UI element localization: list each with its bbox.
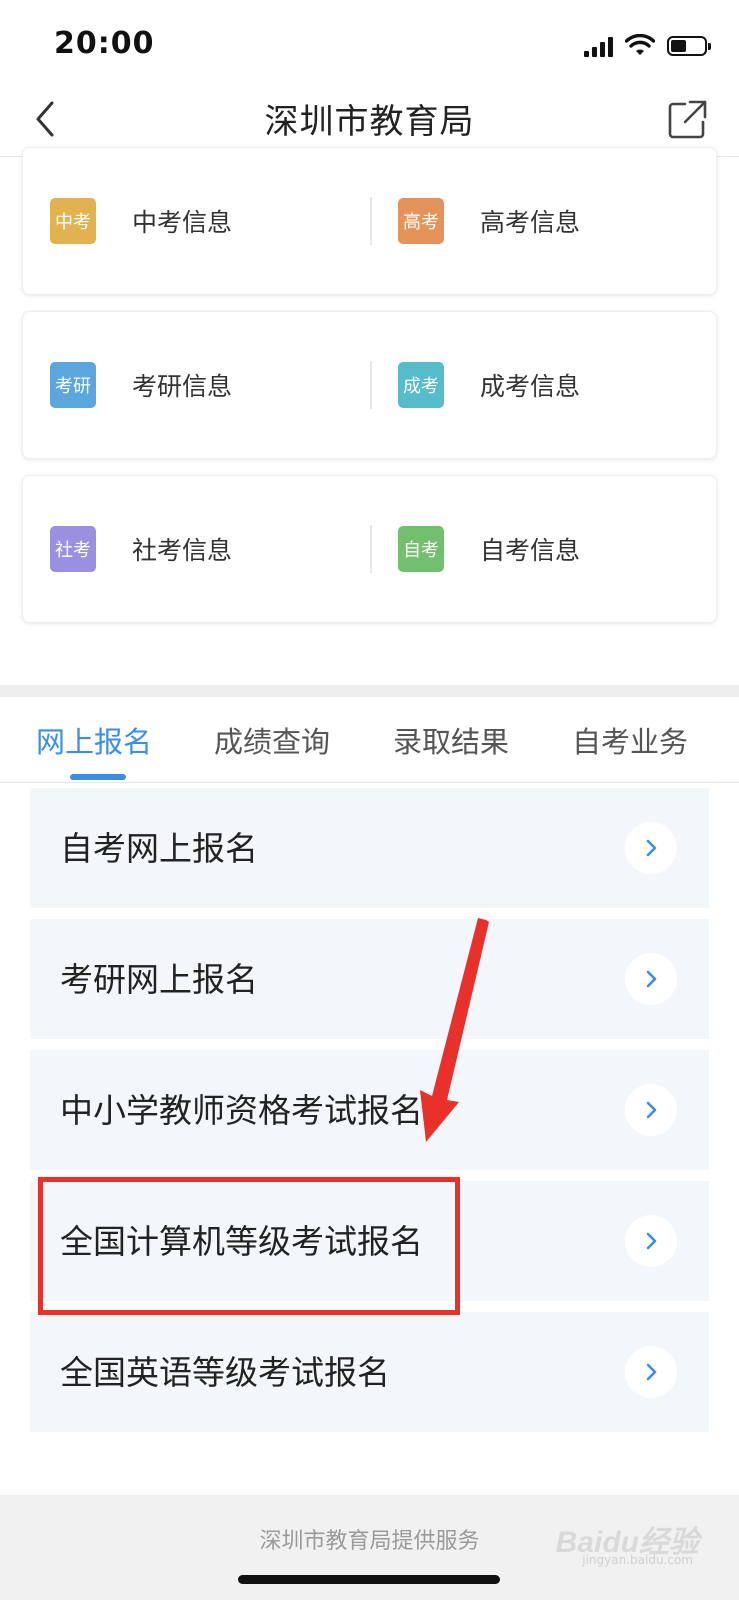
list-item-self-exam-registration[interactable]: 自考网上报名 [30, 788, 709, 908]
info-card-gaokao[interactable]: 高考 高考信息 [371, 148, 711, 294]
tab-bar: 网上报名 成绩查询 录取结果 自考业务 [0, 697, 739, 783]
list-item-label: 中小学教师资格考试报名 [60, 1091, 423, 1130]
status-bar: 20:00 [0, 0, 739, 84]
chevron-right-icon [625, 1215, 677, 1267]
info-card-label: 中考信息 [132, 208, 233, 237]
info-cards: 中考 中考信息 高考 高考信息 考研 考研信息 成考 成考信息 社考 社考信息 … [0, 147, 739, 685]
list-item-label: 考研网上报名 [60, 960, 258, 999]
chevron-right-icon [625, 953, 677, 1005]
info-card-zhongkao[interactable]: 中考 中考信息 [23, 148, 363, 294]
registration-list: 自考网上报名 考研网上报名 中小学教师资格考试报名 全国计算机等级考试报名 全国… [0, 783, 739, 1495]
status-icons [584, 34, 711, 58]
home-indicator[interactable] [238, 1575, 500, 1584]
chevron-right-icon [625, 822, 677, 874]
wifi-icon [625, 34, 655, 55]
info-card-label: 考研信息 [132, 372, 233, 401]
info-card-label: 社考信息 [132, 536, 233, 565]
info-card-label: 自考信息 [480, 536, 581, 565]
share-icon [668, 100, 707, 139]
cellular-signal-icon [584, 35, 613, 57]
share-button[interactable] [663, 94, 713, 144]
info-card-shekao[interactable]: 社考 社考信息 [23, 476, 363, 622]
tab-self-exam-business[interactable]: 自考业务 [572, 719, 688, 761]
gaokao-badge-icon: 高考 [398, 198, 444, 244]
info-card-kaoyan[interactable]: 考研 考研信息 [23, 312, 363, 458]
info-card-chengkao[interactable]: 成考 成考信息 [371, 312, 711, 458]
chevron-right-icon [625, 1346, 677, 1398]
tab-online-registration[interactable]: 网上报名 [36, 719, 152, 761]
page-title: 深圳市教育局 [264, 102, 475, 142]
zhongkao-badge-icon: 中考 [50, 198, 96, 244]
battery-icon [667, 36, 711, 56]
info-card-label: 成考信息 [480, 372, 581, 401]
info-card-row: 考研 考研信息 成考 成考信息 [22, 311, 717, 459]
footer: 深圳市教育局提供服务 Baidu经验 jingyan.baidu.com [0, 1495, 739, 1600]
chengkao-badge-icon: 成考 [398, 362, 444, 408]
list-item-postgrad-registration[interactable]: 考研网上报名 [30, 919, 709, 1039]
annotation-highlight-box [38, 1177, 460, 1315]
tab-admission-results[interactable]: 录取结果 [393, 719, 509, 761]
info-card-zikao[interactable]: 自考 自考信息 [371, 476, 711, 622]
watermark-url: jingyan.baidu.com [582, 1553, 693, 1567]
status-time: 20:00 [54, 26, 155, 61]
list-item-teacher-qualification-registration[interactable]: 中小学教师资格考试报名 [30, 1050, 709, 1170]
list-item-english-rank-registration[interactable]: 全国英语等级考试报名 [30, 1312, 709, 1432]
chevron-right-icon [625, 1084, 677, 1136]
info-card-row: 社考 社考信息 自考 自考信息 [22, 475, 717, 623]
list-item-label: 全国英语等级考试报名 [60, 1353, 390, 1392]
list-item-label: 自考网上报名 [60, 829, 258, 868]
tab-score-query[interactable]: 成绩查询 [214, 719, 330, 761]
zikao-badge-icon: 自考 [398, 526, 444, 572]
info-card-label: 高考信息 [480, 208, 581, 237]
kaoyan-badge-icon: 考研 [50, 362, 96, 408]
section-divider [0, 685, 739, 697]
shekao-badge-icon: 社考 [50, 526, 96, 572]
active-tab-indicator [70, 774, 126, 780]
info-card-row: 中考 中考信息 高考 高考信息 [22, 147, 717, 295]
